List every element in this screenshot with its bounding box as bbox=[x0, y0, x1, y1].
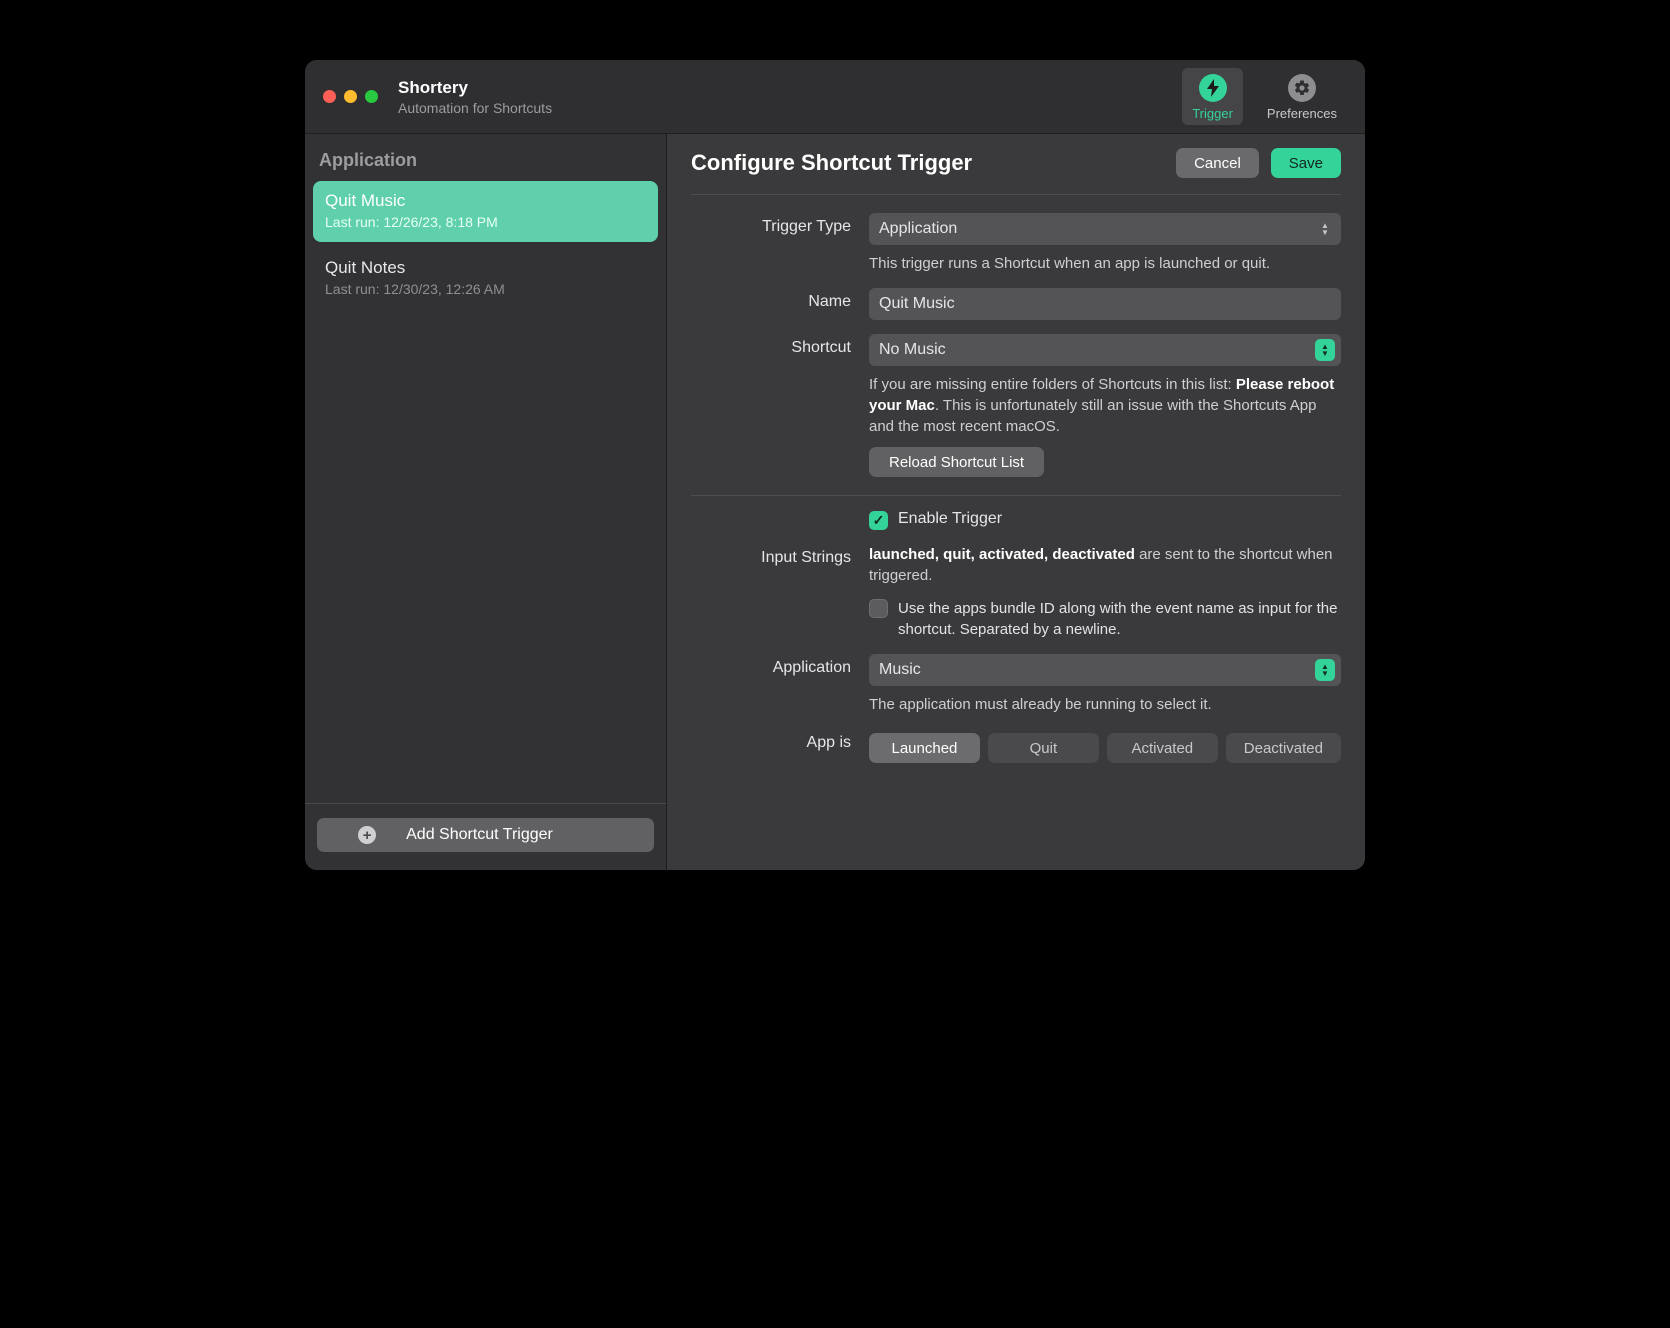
chevron-updown-icon: ▲▼ bbox=[1315, 659, 1335, 681]
input-strings-label: Input Strings bbox=[691, 544, 851, 567]
sidebar-footer: + Add Shortcut Trigger bbox=[305, 803, 666, 870]
sidebar-item-title: Quit Music bbox=[325, 191, 646, 211]
application-label: Application bbox=[691, 654, 851, 677]
sidebar-item-title: Quit Notes bbox=[325, 258, 646, 278]
sidebar-item-quit-music[interactable]: Quit Music Last run: 12/26/23, 8:18 PM bbox=[313, 181, 658, 242]
minimize-icon[interactable] bbox=[344, 90, 357, 103]
gear-icon bbox=[1288, 74, 1316, 102]
seg-activated[interactable]: Activated bbox=[1107, 733, 1218, 763]
trigger-type-value: Application bbox=[879, 220, 957, 238]
bolt-icon bbox=[1199, 74, 1227, 102]
enable-trigger-checkbox[interactable]: ✓ bbox=[869, 511, 888, 530]
page-title: Configure Shortcut Trigger bbox=[691, 150, 1164, 176]
tab-trigger[interactable]: Trigger bbox=[1182, 68, 1243, 125]
reload-shortcut-button[interactable]: Reload Shortcut List bbox=[869, 447, 1044, 477]
save-button[interactable]: Save bbox=[1271, 148, 1341, 178]
app-name: Shortery bbox=[398, 78, 552, 98]
input-strings-help: launched, quit, activated, deactivated a… bbox=[869, 544, 1341, 586]
sidebar-item-quit-notes[interactable]: Quit Notes Last run: 12/30/23, 12:26 AM bbox=[313, 248, 658, 309]
cancel-button[interactable]: Cancel bbox=[1176, 148, 1259, 178]
chevron-updown-icon: ▲▼ bbox=[1315, 218, 1335, 240]
seg-deactivated[interactable]: Deactivated bbox=[1226, 733, 1341, 763]
application-select[interactable]: Music ▲▼ bbox=[869, 654, 1341, 686]
seg-launched[interactable]: Launched bbox=[869, 733, 980, 763]
divider bbox=[691, 495, 1341, 496]
app-is-label: App is bbox=[691, 729, 851, 752]
tab-preferences[interactable]: Preferences bbox=[1257, 68, 1347, 125]
close-icon[interactable] bbox=[323, 90, 336, 103]
sidebar-header: Application bbox=[305, 134, 666, 181]
fullscreen-icon[interactable] bbox=[365, 90, 378, 103]
tab-preferences-label: Preferences bbox=[1267, 106, 1337, 121]
shortcut-label: Shortcut bbox=[691, 334, 851, 357]
plus-icon: + bbox=[358, 826, 376, 844]
sidebar-item-subtitle: Last run: 12/30/23, 12:26 AM bbox=[325, 281, 646, 297]
shortcut-help: If you are missing entire folders of Sho… bbox=[869, 374, 1341, 437]
app-subtitle: Automation for Shortcuts bbox=[398, 100, 552, 116]
sidebar: Application Quit Music Last run: 12/26/2… bbox=[305, 134, 667, 870]
main-panel: Configure Shortcut Trigger Cancel Save T… bbox=[667, 134, 1365, 870]
chevron-updown-icon: ▲▼ bbox=[1315, 339, 1335, 361]
app-window: Shortery Automation for Shortcuts Trigge… bbox=[305, 60, 1365, 870]
name-label: Name bbox=[691, 288, 851, 311]
add-trigger-label: Add Shortcut Trigger bbox=[406, 826, 553, 844]
tab-trigger-label: Trigger bbox=[1192, 106, 1233, 121]
window-controls bbox=[323, 90, 378, 103]
trigger-type-label: Trigger Type bbox=[691, 213, 851, 236]
app-is-segmented: Launched Quit Activated Deactivated bbox=[869, 733, 1341, 763]
titlebar: Shortery Automation for Shortcuts Trigge… bbox=[305, 60, 1365, 134]
app-title-block: Shortery Automation for Shortcuts bbox=[398, 78, 552, 116]
application-help: The application must already be running … bbox=[869, 694, 1341, 715]
sidebar-item-subtitle: Last run: 12/26/23, 8:18 PM bbox=[325, 214, 646, 230]
name-input[interactable] bbox=[869, 288, 1341, 320]
toolbar-tabs: Trigger Preferences bbox=[1182, 68, 1347, 125]
bundle-id-label: Use the apps bundle ID along with the ev… bbox=[898, 598, 1341, 640]
trigger-type-help: This trigger runs a Shortcut when an app… bbox=[869, 253, 1341, 274]
shortcut-value: No Music bbox=[879, 341, 946, 359]
add-trigger-button[interactable]: + Add Shortcut Trigger bbox=[317, 818, 654, 852]
enable-trigger-label: Enable Trigger bbox=[898, 510, 1002, 528]
main-header: Configure Shortcut Trigger Cancel Save bbox=[691, 148, 1341, 195]
bundle-id-checkbox[interactable] bbox=[869, 599, 888, 618]
shortcut-select[interactable]: No Music ▲▼ bbox=[869, 334, 1341, 366]
application-value: Music bbox=[879, 661, 921, 679]
trigger-type-select[interactable]: Application ▲▼ bbox=[869, 213, 1341, 245]
seg-quit[interactable]: Quit bbox=[988, 733, 1099, 763]
